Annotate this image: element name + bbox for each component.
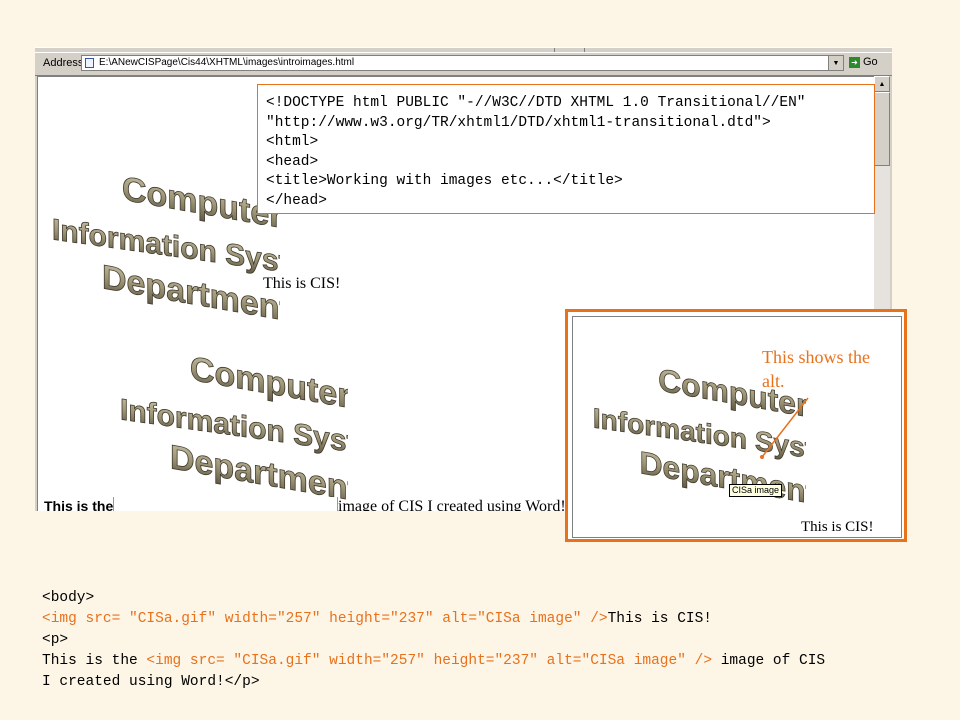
- code-line: <p>: [42, 632, 69, 648]
- code-line: <head>: [266, 153, 319, 170]
- code-line: <title>Working with images etc...</title…: [266, 173, 623, 189]
- address-input[interactable]: E:\ANewCISPage\Cis44\XHTML\images\introi…: [81, 55, 844, 71]
- callout-caption: This is CIS!: [801, 519, 874, 535]
- scroll-thumb[interactable]: [874, 92, 890, 166]
- page-icon: [85, 58, 94, 68]
- code-line: <!DOCTYPE html PUBLIC "-//W3C//DTD XHTML…: [266, 95, 806, 111]
- code-text: This is the: [42, 653, 147, 669]
- alt-tooltip: CISa image: [729, 484, 783, 497]
- callout-note: This shows the alt.: [762, 347, 870, 391]
- code-line: <html>: [266, 134, 319, 150]
- scroll-up-icon[interactable]: ▲: [874, 76, 890, 92]
- code-line: <img src= "CISa.gif" width="257" height=…: [42, 609, 825, 630]
- paragraph-start: This is the: [44, 498, 114, 511]
- img-tag: <img src= "CISa.gif" width="257" height=…: [146, 653, 713, 669]
- cis-caption: This is CIS!: [263, 275, 341, 292]
- go-button[interactable]: ➜ Go: [849, 56, 878, 68]
- code-line: </head>: [266, 192, 327, 209]
- paragraph-end: image of CIS I created using Word!: [338, 498, 566, 511]
- code-line: I created using Word!</p>: [42, 674, 260, 690]
- go-label: Go: [863, 56, 878, 68]
- img-tag: <img src= "CISa.gif" width="257" height=…: [42, 611, 608, 627]
- callout-pointer: [760, 397, 809, 459]
- cis-logo-image-inline: Computer Information Systems Department: [120, 350, 348, 504]
- alt-text-callout: Computer Information Systems Department …: [565, 309, 907, 542]
- address-bar: Address E:\ANewCISPage\Cis44\XHTML\image…: [35, 52, 892, 76]
- code-line: This is the <img src= "CISa.gif" width="…: [42, 651, 825, 672]
- body-code: <body> <img src= "CISa.gif" width="257" …: [42, 588, 825, 693]
- code-line: <body>: [42, 590, 95, 606]
- address-dropdown-icon[interactable]: ▼: [828, 56, 843, 70]
- head-code-box: <!DOCTYPE html PUBLIC "-//W3C//DTD XHTML…: [257, 84, 875, 214]
- inline-image-frame: [113, 497, 338, 511]
- cis-logo-image: Computer Information Systems Department: [52, 170, 280, 324]
- address-label: Address: [43, 57, 84, 69]
- code-line: "http://www.w3.org/TR/xhtml1/DTD/xhtml1-…: [266, 114, 771, 131]
- code-text: image of CIS: [712, 653, 826, 669]
- go-arrow-icon: ➜: [849, 56, 860, 68]
- address-url: E:\ANewCISPage\Cis44\XHTML\images\introi…: [99, 57, 355, 68]
- code-text: This is CIS!: [607, 611, 713, 627]
